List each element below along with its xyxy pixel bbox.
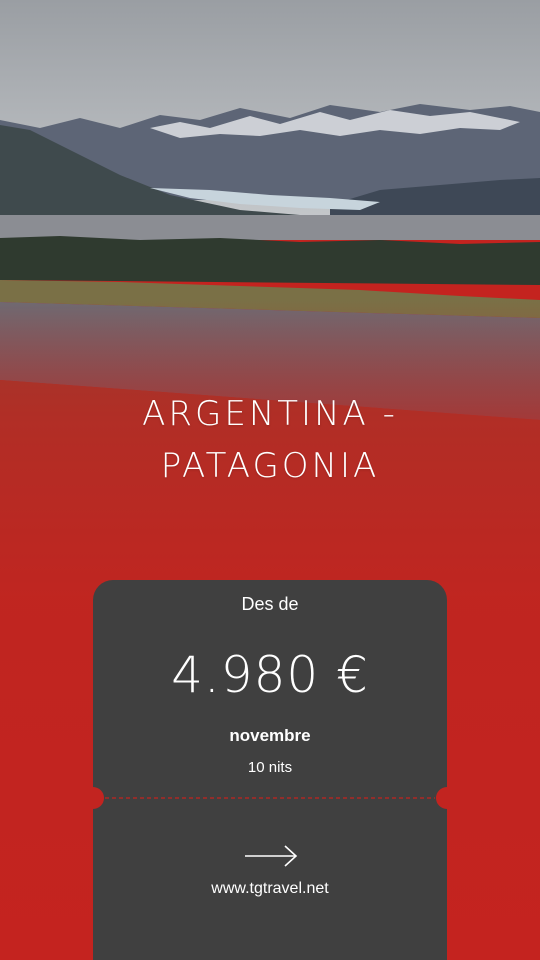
price-prefix-label: Des de: [241, 594, 299, 614]
price-ticket-card: Des de 4.980 € novembre 10 nits www.tgtr…: [93, 580, 447, 960]
title-line-2: PATAGONIA: [160, 446, 380, 486]
nights-count: 10 nits: [247, 759, 293, 776]
price-value: 4.980 €: [171, 646, 369, 704]
website-link[interactable]: www.tgtravel.net: [93, 880, 447, 898]
title-line-1: ARGENTINA -: [142, 394, 398, 434]
arrow-right-icon[interactable]: [243, 844, 299, 868]
destination-title: ARGENTINA - PATAGONIA: [0, 388, 540, 492]
travel-month: novembre: [229, 726, 311, 745]
